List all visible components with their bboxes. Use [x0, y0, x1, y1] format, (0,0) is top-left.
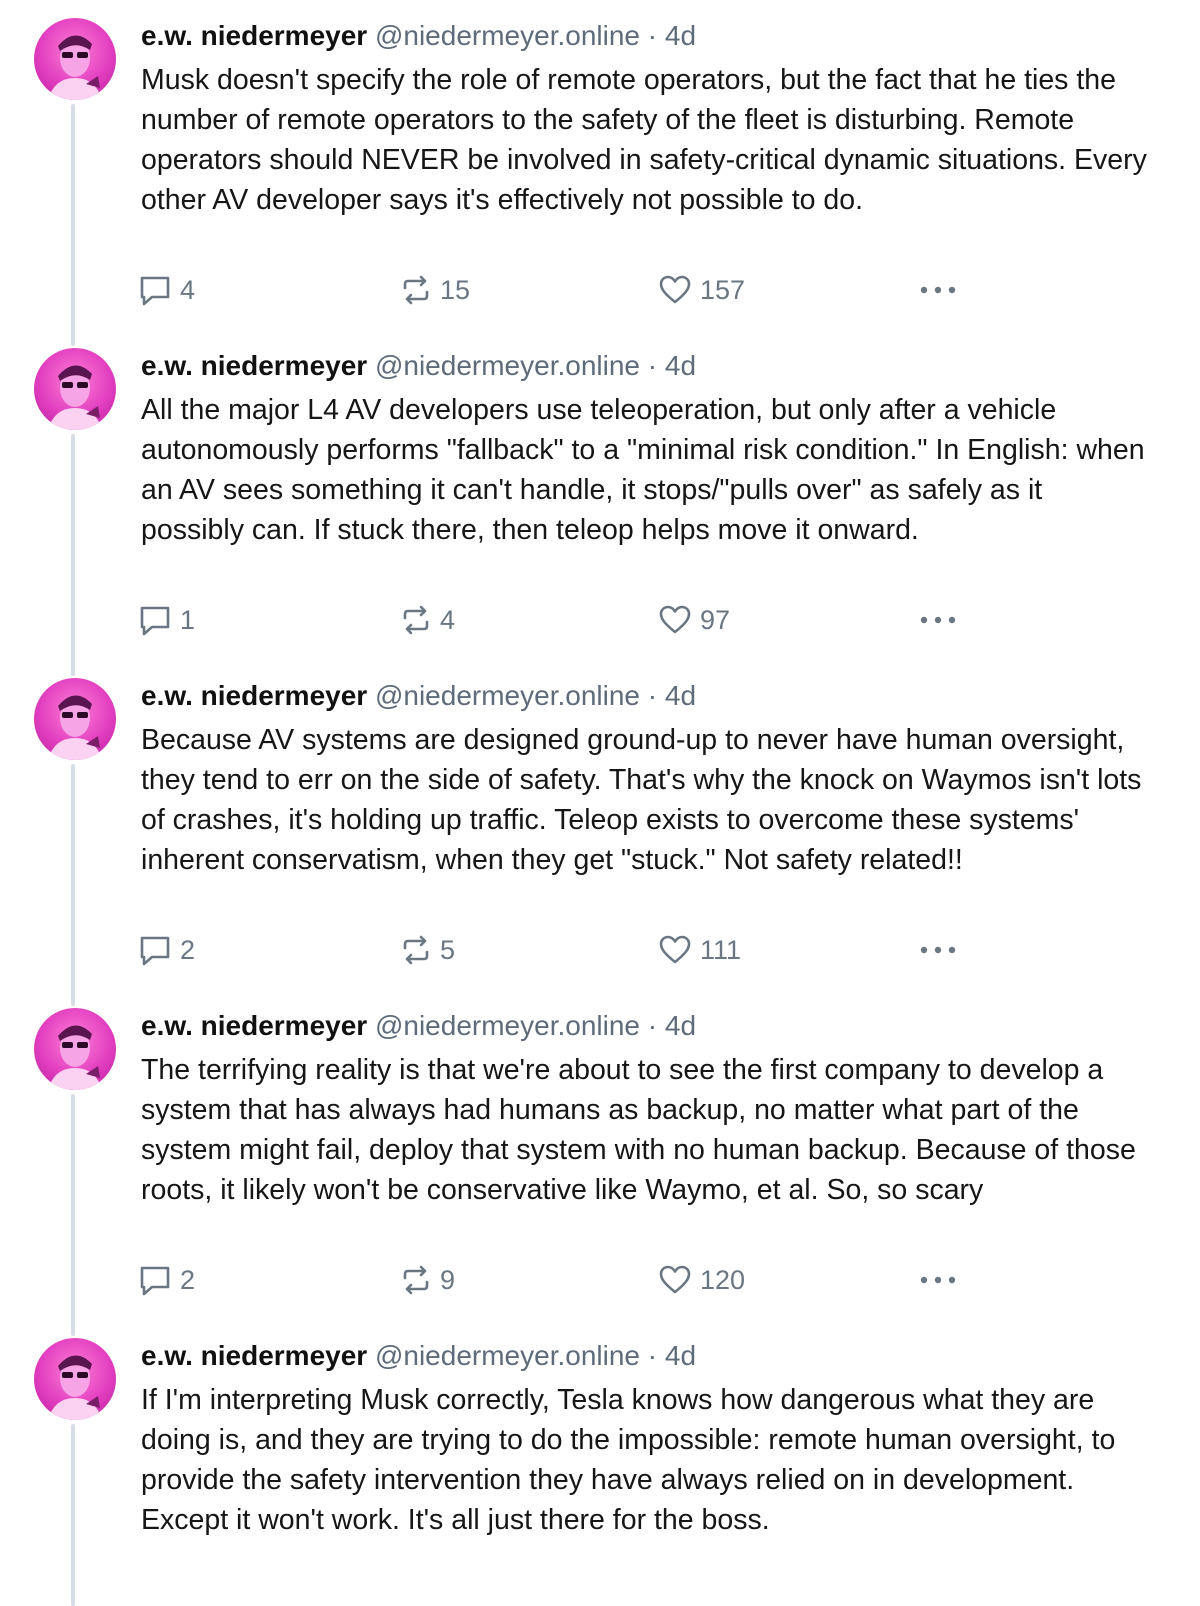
more-options-button[interactable] [918, 1260, 958, 1300]
separator: · [647, 680, 658, 711]
more-options-button[interactable] [918, 930, 958, 970]
avatar[interactable] [34, 1008, 116, 1090]
avatar[interactable] [34, 678, 116, 760]
like-button[interactable]: 157 [658, 270, 745, 310]
separator: · [647, 1340, 658, 1371]
repost-arrows-icon [403, 935, 429, 965]
like-button[interactable]: 97 [658, 600, 730, 640]
repost-button[interactable]: 4 [400, 600, 455, 640]
repost-button[interactable]: 9 [400, 1260, 455, 1300]
post-header: e.w. niedermeyer @niedermeyer.online · 4… [141, 1338, 696, 1374]
avatar[interactable] [34, 1338, 116, 1420]
post[interactable]: e.w. niedermeyer @niedermeyer.online · 4… [0, 668, 1200, 1006]
post-actions: 2 9 120 [138, 1260, 958, 1300]
reply-button[interactable]: 4 [138, 270, 195, 310]
heart-icon [659, 1265, 691, 1294]
more-dots-icon [920, 286, 956, 294]
author-name[interactable]: e.w. niedermeyer [141, 350, 367, 381]
more-dots-icon [920, 616, 956, 624]
post[interactable]: e.w. niedermeyer @niedermeyer.online · 4… [0, 1328, 1200, 1606]
speech-bubble-icon [140, 1266, 170, 1296]
author-handle[interactable]: @niedermeyer.online [375, 350, 640, 381]
heart-icon [659, 605, 691, 634]
author-handle[interactable]: @niedermeyer.online [375, 1340, 640, 1371]
thread: e.w. niedermeyer @niedermeyer.online · 4… [0, 0, 1200, 1606]
speech-bubble-icon [140, 606, 170, 636]
post-header: e.w. niedermeyer @niedermeyer.online · 4… [141, 348, 696, 384]
separator: · [647, 350, 658, 381]
avatar[interactable] [34, 18, 116, 100]
reply-button[interactable]: 2 [138, 1260, 195, 1300]
repost-arrows-icon [403, 275, 429, 305]
reply-count: 1 [180, 604, 196, 635]
author-name[interactable]: e.w. niedermeyer [141, 20, 367, 51]
repost-arrows-icon [403, 1265, 429, 1295]
speech-bubble-icon [140, 276, 170, 306]
post-actions: 2 5 111 [138, 930, 958, 970]
reply-count: 4 [180, 274, 196, 305]
author-name[interactable]: e.w. niedermeyer [141, 1010, 367, 1041]
reply-button[interactable]: 1 [138, 600, 195, 640]
post-time[interactable]: 4d [665, 680, 696, 711]
author-handle[interactable]: @niedermeyer.online [375, 20, 640, 51]
like-count: 97 [700, 604, 731, 635]
repost-arrows-icon [403, 605, 429, 635]
post-header: e.w. niedermeyer @niedermeyer.online · 4… [141, 1008, 696, 1044]
post-header: e.w. niedermeyer @niedermeyer.online · 4… [141, 678, 696, 714]
post[interactable]: e.w. niedermeyer @niedermeyer.online · 4… [0, 998, 1200, 1336]
repost-count: 4 [440, 604, 456, 635]
like-button[interactable]: 120 [658, 1260, 745, 1300]
reply-button[interactable]: 2 [138, 930, 195, 970]
thread-line [71, 764, 75, 1006]
thread-line [71, 434, 75, 676]
thread-line [71, 104, 75, 346]
post-time[interactable]: 4d [665, 20, 696, 51]
post-header: e.w. niedermeyer @niedermeyer.online · 4… [141, 18, 696, 54]
more-dots-icon [920, 1276, 956, 1284]
post-text: All the major L4 AV developers use teleo… [141, 394, 1145, 546]
thread-line [71, 1424, 75, 1606]
author-name[interactable]: e.w. niedermeyer [141, 1340, 367, 1371]
speech-bubble-icon [140, 936, 170, 966]
author-handle[interactable]: @niedermeyer.online [375, 680, 640, 711]
like-count: 120 [700, 1264, 746, 1295]
post-time[interactable]: 4d [665, 350, 696, 381]
author-name[interactable]: e.w. niedermeyer [141, 680, 367, 711]
more-options-button[interactable] [918, 270, 958, 310]
post-text: If I'm interpreting Musk correctly, Tesl… [141, 1384, 1116, 1536]
like-count: 111 [700, 934, 742, 965]
avatar[interactable] [34, 348, 116, 430]
repost-count: 9 [440, 1264, 456, 1295]
like-count: 157 [700, 274, 746, 305]
repost-button[interactable]: 5 [400, 930, 455, 970]
separator: · [647, 1010, 658, 1041]
thread-line [71, 1094, 75, 1336]
post-text: The terrifying reality is that we're abo… [141, 1054, 1136, 1206]
heart-icon [659, 935, 691, 964]
author-handle[interactable]: @niedermeyer.online [375, 1010, 640, 1041]
separator: · [647, 20, 658, 51]
post-text: Because AV systems are designed ground-u… [141, 724, 1142, 876]
more-dots-icon [920, 946, 956, 954]
repost-count: 5 [440, 934, 456, 965]
post[interactable]: e.w. niedermeyer @niedermeyer.online · 4… [0, 8, 1200, 346]
post-actions: 1 4 97 [138, 600, 958, 640]
post-text: Musk doesn't specify the role of remote … [141, 64, 1147, 216]
like-button[interactable]: 111 [658, 930, 741, 970]
more-options-button[interactable] [918, 600, 958, 640]
post-time[interactable]: 4d [665, 1010, 696, 1041]
reply-count: 2 [180, 934, 196, 965]
post-actions: 4 15 157 [138, 270, 958, 310]
repost-button[interactable]: 15 [400, 270, 470, 310]
reply-count: 2 [180, 1264, 196, 1295]
post[interactable]: e.w. niedermeyer @niedermeyer.online · 4… [0, 338, 1200, 676]
repost-count: 15 [440, 274, 471, 305]
post-time[interactable]: 4d [665, 1340, 696, 1371]
heart-icon [659, 275, 691, 304]
